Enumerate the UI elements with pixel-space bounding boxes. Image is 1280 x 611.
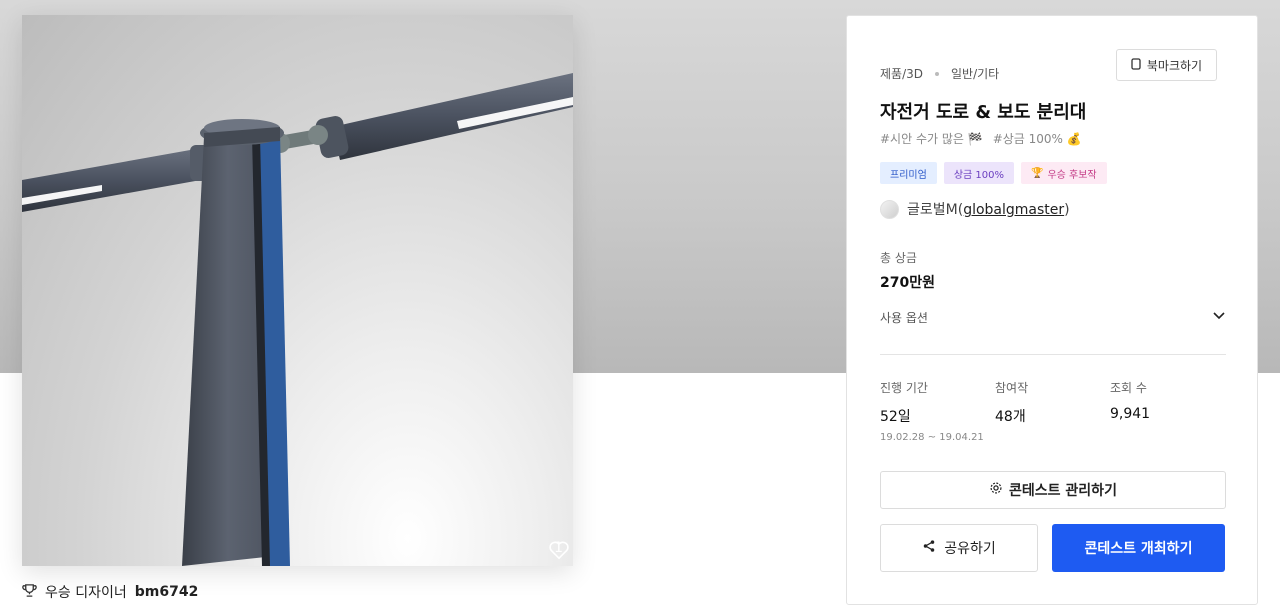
stat-views: 조회 수 9,941 <box>1110 379 1150 422</box>
views-value: 9,941 <box>1110 406 1151 422</box>
trophy-icon <box>22 583 37 602</box>
views-label: 조회 수 <box>1110 381 1147 395</box>
share-button[interactable]: 공유하기 <box>880 524 1038 572</box>
subcategory-link[interactable]: 일반/기타 <box>951 65 999 82</box>
chevron-down-icon[interactable] <box>1212 310 1226 324</box>
manage-contest-label: 콘테스트 관리하기 <box>1009 483 1117 499</box>
bookmark-label: 북마크하기 <box>1146 58 1203 73</box>
usage-options-label: 사용 옵션 <box>880 310 928 325</box>
bookmark-icon <box>1131 57 1141 73</box>
contest-title: 자전거 도로 & 보도 분리대 <box>880 102 1087 123</box>
contest-info-card: 제품/3D 일반/기타 북마크하기 자전거 도로 & 보도 분리대 #시안 수가… <box>846 15 1258 605</box>
period-value: 52일 <box>880 409 911 425</box>
hashtag-list: #시안 수가 많은 🏁 #상금 100% 💰 <box>880 130 1082 147</box>
category-link[interactable]: 제품/3D <box>880 65 923 82</box>
manage-contest-button[interactable]: 콘테스트 관리하기 <box>880 471 1226 509</box>
trophy-icon: 🏆 <box>1030 167 1044 179</box>
period-range: 19.02.28 ~ 19.04.21 <box>880 432 984 443</box>
hashtag[interactable]: #상금 100% 💰 <box>993 130 1082 147</box>
prize-badge: 상금 100% <box>943 162 1014 184</box>
like-button[interactable]: 1 <box>548 540 569 560</box>
winner-label: 우승 디자이너 <box>45 585 127 601</box>
product-image[interactable]: 1 <box>22 15 573 566</box>
prize-label: 총 상금 <box>880 251 917 265</box>
gear-icon <box>989 481 1003 499</box>
usage-options-toggle[interactable]: 사용 옵션 <box>880 306 1226 328</box>
prize-value: 270만원 <box>880 275 935 291</box>
bookmark-button[interactable]: 북마크하기 <box>1116 49 1217 81</box>
stat-period: 진행 기간 52일 19.02.28 ~ 19.04.21 <box>880 379 984 443</box>
bollard-render <box>22 73 573 566</box>
share-label: 공유하기 <box>944 541 996 557</box>
period-label: 진행 기간 <box>880 381 928 395</box>
avatar <box>880 199 899 219</box>
candidate-badge: 🏆 우승 후보작 <box>1020 162 1107 184</box>
share-icon <box>922 539 936 557</box>
divider <box>880 354 1226 355</box>
host-profile[interactable]: 글로벌M(globalgmaster) <box>880 199 1070 219</box>
candidate-badge-label: 우승 후보작 <box>1047 169 1097 181</box>
hashtag[interactable]: #시안 수가 많은 🏁 <box>880 130 983 147</box>
entries-value: 48개 <box>995 409 1026 425</box>
entries-label: 참여작 <box>995 381 1029 395</box>
breadcrumb-separator <box>935 71 939 76</box>
breadcrumb: 제품/3D 일반/기타 <box>880 65 999 82</box>
badge-list: 프리미엄 상금 100% 🏆 우승 후보작 <box>880 162 1107 184</box>
winner-designer: 우승 디자이너 bm6742 <box>22 582 198 602</box>
author-id-link[interactable]: globalgmaster <box>963 202 1064 218</box>
premium-badge: 프리미엄 <box>880 162 937 184</box>
author-name: 글로벌M <box>907 202 958 218</box>
stat-entries: 참여작 48개 <box>995 379 1028 426</box>
winner-name[interactable]: bm6742 <box>135 584 199 600</box>
host-contest-button[interactable]: 콘테스트 개최하기 <box>1052 524 1225 572</box>
